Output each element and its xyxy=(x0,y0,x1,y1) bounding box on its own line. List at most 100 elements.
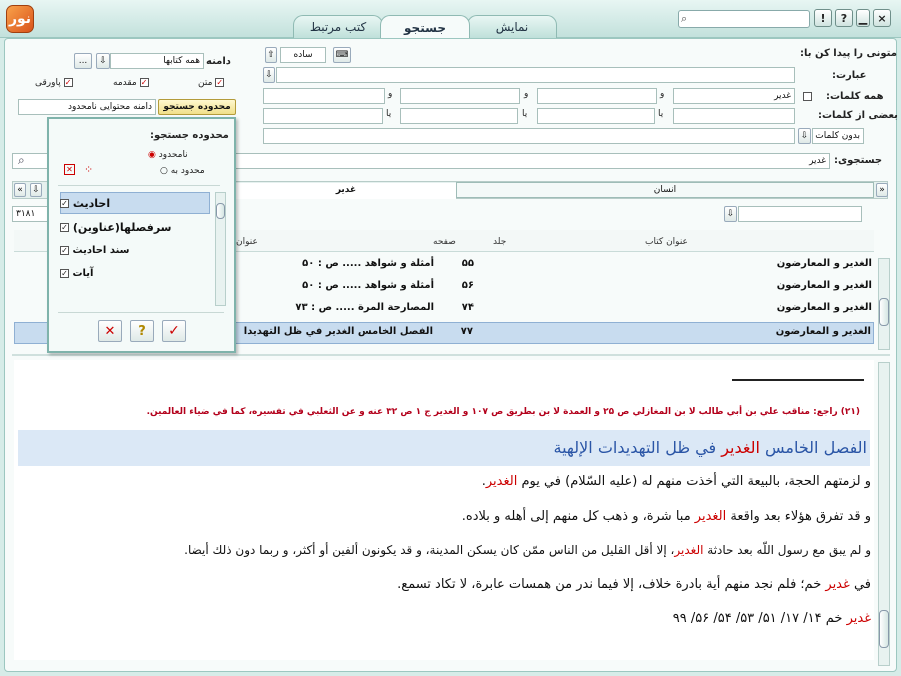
paragraph-text: و لزمتهم الحجة، بالبيعة التي أخذت منهم ل… xyxy=(517,474,871,489)
results-scrollbar-thumb[interactable] xyxy=(879,298,889,326)
check-icon: ✓ xyxy=(215,78,225,87)
phrase-dropdown-icon[interactable]: ⇩ xyxy=(263,67,275,83)
some-words-input-2[interactable] xyxy=(537,108,655,124)
tab-label: نمایش xyxy=(495,20,529,34)
footnote-text: (۲۱) راجع: مناقب علي بن أبي طالب لا بن ا… xyxy=(146,407,860,417)
mode-value: ساده xyxy=(293,50,313,60)
popup-item[interactable]: سرفصلها(عناوین) ✓ xyxy=(60,217,210,237)
nav-right-icon[interactable]: » xyxy=(876,183,888,197)
nav-left-icon[interactable]: « xyxy=(14,183,26,197)
option-pavaraqi[interactable]: ✓ پاورقی xyxy=(35,78,73,88)
paragraph-text: و لم يبق مع رسول اللّه بعد حادثة xyxy=(703,543,871,557)
search-hit: غدير xyxy=(846,611,871,626)
select-all-icon[interactable]: ⁘ xyxy=(84,164,93,175)
all-words-input-2[interactable] xyxy=(537,88,657,104)
scope-more-button[interactable]: ... xyxy=(74,53,92,69)
scope-label: دامنه xyxy=(206,56,231,67)
results-filter-input[interactable] xyxy=(738,206,862,222)
popup-divider xyxy=(58,312,224,313)
scope-dropdown-icon[interactable]: ⇩ xyxy=(96,53,110,69)
option-label: متن xyxy=(198,78,213,88)
results-tab-right[interactable]: انسان xyxy=(456,182,874,198)
search-range-value: دامنه محتوایی نامحدود xyxy=(67,102,152,112)
without-value: بدون کلمات xyxy=(815,131,860,141)
phrase-label: عبارت: xyxy=(832,70,867,81)
sort-icon[interactable]: ⇩ xyxy=(30,183,42,197)
search-hit: الغدير xyxy=(694,509,727,524)
row-book: الغدير و المعارضون xyxy=(775,326,871,337)
row-page: ۷۴ xyxy=(461,302,474,313)
and-label: و xyxy=(388,89,393,99)
all-words-checkbox[interactable] xyxy=(803,92,812,101)
results-tab-label: انسان xyxy=(653,185,677,195)
keyboard-icon[interactable]: ⌨ xyxy=(333,47,351,63)
radio-selected-icon: ◉ xyxy=(148,150,156,160)
scope-value: همه کتابها xyxy=(163,56,200,66)
row-book: الغدير و المعارضون xyxy=(776,302,872,313)
check-icon: ✓ xyxy=(139,78,149,87)
results-tab-label: غدیر xyxy=(335,185,357,195)
tab-related-books[interactable]: کتب مرتبط xyxy=(293,15,383,38)
count-value: ۳۱۸۱ xyxy=(16,209,36,219)
popup-item[interactable]: احادیث ✓ xyxy=(60,193,210,213)
or-label: یا xyxy=(658,109,664,119)
option-label: پاورقی xyxy=(35,78,61,88)
option-moqadame[interactable]: ✓ مقدمه xyxy=(113,78,149,88)
option-matn[interactable]: ✓ متن xyxy=(198,78,225,88)
popup-cancel-button[interactable]: ✕ xyxy=(98,320,122,342)
popup-ok-button[interactable]: ✓ xyxy=(162,320,186,342)
radio-limited[interactable]: محدود به ○ xyxy=(160,166,205,176)
help-button[interactable]: ! xyxy=(814,9,832,27)
tab-search[interactable]: جستجو xyxy=(380,15,470,39)
popup-help-button[interactable]: ? xyxy=(130,320,154,342)
search-range-button[interactable]: محدوده جستجو xyxy=(158,99,236,115)
search-hit: غدير xyxy=(825,577,850,592)
minimize-button[interactable]: ▁ xyxy=(856,9,870,27)
row-text: أمثلة و شواهد ..... ص : ۵۰ xyxy=(302,258,434,269)
tab-label: کتب مرتبط xyxy=(309,20,367,34)
close-button[interactable]: × xyxy=(873,9,891,27)
all-words-input-4[interactable] xyxy=(263,88,385,104)
radio-unlimited[interactable]: نامحدود ◉ xyxy=(148,150,188,160)
paragraph: و لم يبق مع رسول اللّه بعد حادثة الغدير،… xyxy=(184,543,871,557)
info-button[interactable]: ? xyxy=(835,9,853,27)
row-page: ۵۵ xyxy=(461,258,474,269)
app-logo: نور xyxy=(6,5,34,33)
section-heading: الفصل الخامس الغدير في ظل التهديدات الإل… xyxy=(554,438,867,457)
scope-select[interactable]: همه کتابها xyxy=(110,53,204,69)
paragraph: و لزمتهم الحجة، بالبيعة التي أخذت منهم ل… xyxy=(482,474,871,489)
search-icon: ⌕ xyxy=(681,12,688,25)
check-icon: ✓ xyxy=(63,78,73,87)
heading-text: الفصل الخامس xyxy=(759,438,867,457)
search-hit: الغدير xyxy=(485,474,518,489)
without-select[interactable]: بدون کلمات xyxy=(812,128,864,144)
search-hit: الغدير xyxy=(721,438,760,457)
top-search-input[interactable]: ⌕ xyxy=(678,10,810,28)
tab-display[interactable]: نمایش xyxy=(467,15,557,38)
paragraph: غدير خم ۱۴/ ۱۷/ ۵۱/ ۵۳/ ۵۴/ ۵۶/ ۹۹ xyxy=(673,611,871,626)
some-words-input-4[interactable] xyxy=(263,108,383,124)
popup-item[interactable]: سند احادیث ✓ xyxy=(60,240,210,260)
clear-selection-icon[interactable]: ✕ xyxy=(64,164,75,175)
expand-up-icon[interactable]: ⇧ xyxy=(265,47,277,63)
search-icon[interactable]: ⌕ xyxy=(18,153,25,168)
paragraph-text: في xyxy=(849,577,871,592)
popup-scrollbar-thumb[interactable] xyxy=(216,203,225,219)
phrase-input[interactable] xyxy=(276,67,795,83)
some-words-input-3[interactable] xyxy=(400,108,518,124)
some-words-input-1[interactable] xyxy=(673,108,795,124)
popup-item-label: آیات xyxy=(72,267,94,279)
mode-select[interactable]: ساده xyxy=(280,47,326,63)
all-words-input-1[interactable]: غدیر xyxy=(673,88,795,104)
filter-dropdown-icon[interactable]: ⇩ xyxy=(724,206,737,222)
document-scrollbar-thumb[interactable] xyxy=(879,610,889,648)
popup-item[interactable]: آیات ✓ xyxy=(60,263,210,283)
all-words-input-3[interactable] xyxy=(400,88,520,104)
results-tab-left[interactable]: غدیر xyxy=(236,183,456,199)
without-words-input[interactable] xyxy=(263,128,795,144)
popup-item-label: سرفصلها(عناوین) xyxy=(72,220,172,234)
paragraph-text: خم؛ فلم نجد منهم أية بادرة خلاف، إلا فيم… xyxy=(397,577,826,592)
without-dropdown-icon[interactable]: ⇩ xyxy=(798,128,811,144)
splitter[interactable] xyxy=(12,354,890,356)
paragraph: و قد تفرق هؤلاء بعد واقعة الغدير مبا شرة… xyxy=(462,509,871,524)
